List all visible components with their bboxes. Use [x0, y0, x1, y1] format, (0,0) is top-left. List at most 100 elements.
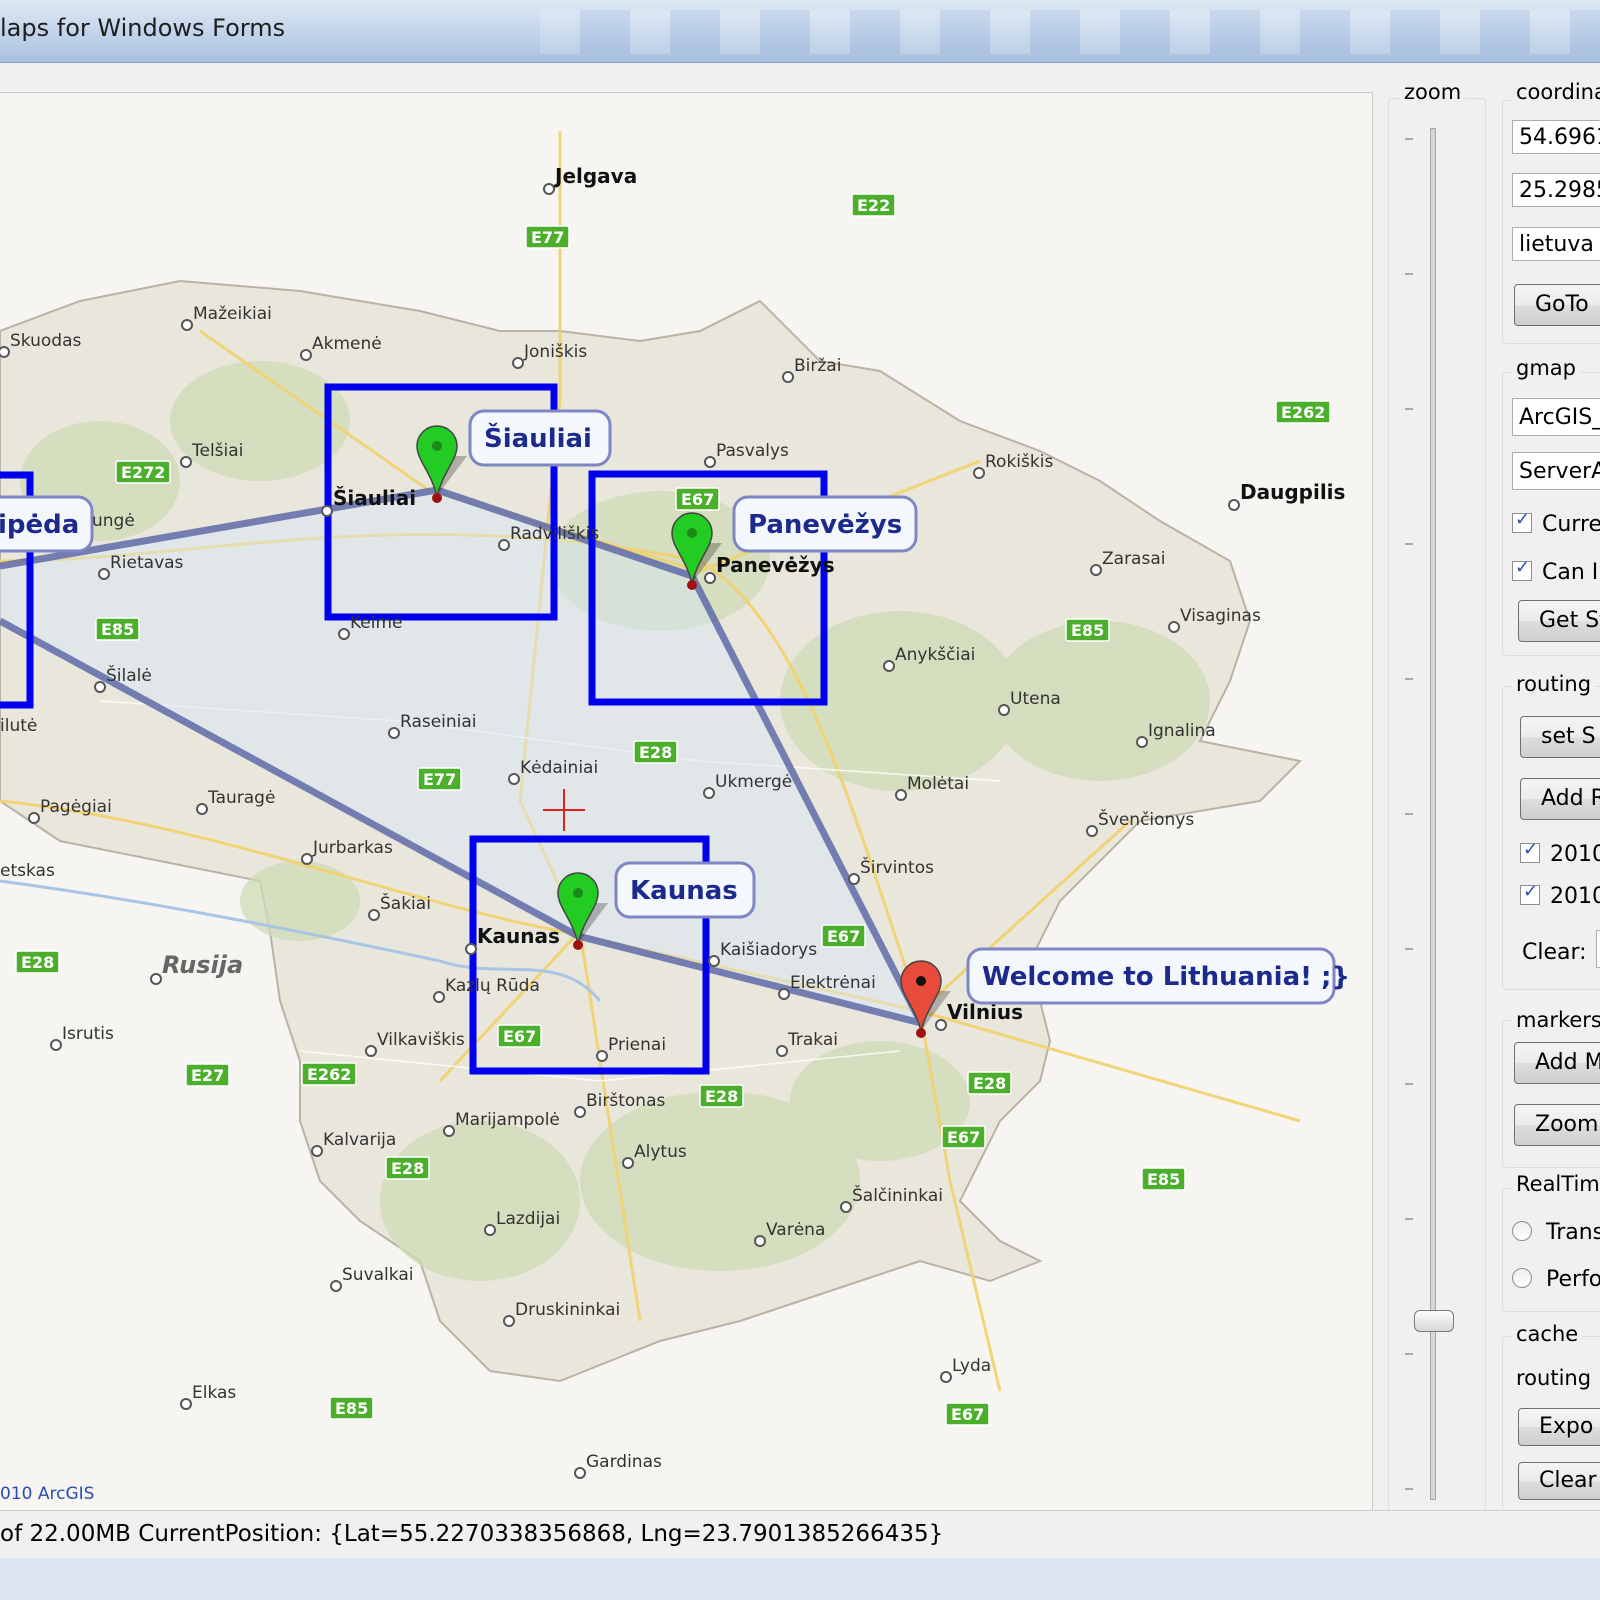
city-dot	[940, 1371, 952, 1383]
goto-button[interactable]: GoTo	[1514, 284, 1600, 326]
current-marker-checkbox[interactable]: Curre	[1512, 509, 1600, 537]
routing-clear-select[interactable]	[1596, 930, 1600, 968]
road-badge-label: E67	[827, 927, 860, 946]
city-label: Pasvalys	[716, 441, 789, 461]
longitude-input[interactable]: 25.2985	[1512, 173, 1600, 207]
city-label: ungė	[92, 511, 135, 531]
city-dot	[301, 853, 313, 865]
transport-radio[interactable]: Trans	[1512, 1220, 1600, 1245]
city-dot	[181, 319, 193, 331]
road-badge-label: E85	[1147, 1170, 1180, 1189]
city-label: Skuodas	[10, 331, 81, 351]
zoom-tick	[1405, 1083, 1413, 1085]
route-item-2-checkbox[interactable]: 2010	[1520, 881, 1600, 909]
zoom-slider-thumb[interactable]	[1414, 1309, 1454, 1332]
city-label: Varėna	[766, 1220, 825, 1240]
window-bottom-edge	[0, 1558, 1600, 1600]
zoom-center-button[interactable]: Zoom C	[1514, 1104, 1600, 1146]
city-dot	[503, 1315, 515, 1327]
city-dot	[935, 1019, 947, 1031]
checkbox-checked-icon	[1520, 839, 1540, 863]
radio-unchecked-icon	[1512, 1221, 1532, 1241]
city-dot	[622, 1157, 634, 1169]
route-item-1-checkbox[interactable]: 2010	[1520, 839, 1600, 867]
city-dot	[1168, 621, 1180, 633]
can-drag-checkbox[interactable]: Can I	[1512, 557, 1598, 585]
checkbox-checked-icon	[1520, 881, 1540, 905]
city-dot	[365, 1045, 377, 1057]
marker-tooltip-text: Šiauliai	[484, 422, 592, 454]
checkbox-checked-icon	[1512, 557, 1532, 581]
status-text: of 22.00MB CurrentPosition: {Lat=55.2270…	[0, 1521, 944, 1547]
city-label: Gardinas	[586, 1452, 662, 1472]
city-label: Rietavas	[110, 553, 184, 573]
zoom-tick	[1405, 813, 1413, 815]
road-badge-label: E262	[1281, 403, 1325, 422]
city-dot	[703, 787, 715, 799]
city-label: Isrutis	[62, 1024, 114, 1044]
city-label: Prienai	[608, 1035, 666, 1055]
export-button[interactable]: Expo	[1518, 1408, 1600, 1446]
city-label: Pagėgiai	[40, 797, 112, 817]
city-label: Tauragė	[207, 788, 275, 808]
city-label: Marijampolė	[455, 1110, 560, 1130]
city-label: Zarasai	[1102, 549, 1165, 569]
add-route-button[interactable]: Add R	[1520, 778, 1600, 820]
zoom-tick	[1405, 273, 1413, 275]
zoom-tick	[1405, 948, 1413, 950]
city-dot	[704, 572, 716, 584]
city-label: Jurbarkas	[312, 838, 393, 858]
city-label: Šalčininkai	[852, 1184, 943, 1206]
map-control[interactable]: Jelgava Mažeikiai Skuodas Akmenė Joniškis Bir…	[0, 92, 1373, 1514]
current-marker-label: Curre	[1542, 512, 1600, 537]
zoom-tick	[1405, 1218, 1413, 1220]
city-label: Širvintos	[860, 856, 934, 878]
road-badge-label: E77	[423, 770, 456, 789]
city-label: Kalvarija	[323, 1130, 396, 1150]
city-dot	[196, 803, 208, 815]
city-dot	[1086, 825, 1098, 837]
latitude-input[interactable]: 54.6961	[1512, 120, 1600, 154]
route-item-2-label: 2010	[1550, 884, 1600, 909]
marker-tooltip: Kaunas	[614, 861, 756, 919]
add-marker-button[interactable]: Add M	[1514, 1042, 1600, 1084]
performance-radio-label: Perfo	[1546, 1267, 1600, 1292]
clear-cache-button[interactable]: Clear	[1518, 1462, 1600, 1500]
road-badge-label: E85	[335, 1399, 368, 1418]
city-label: Molėtai	[907, 774, 969, 794]
city-dot	[973, 467, 985, 479]
city-label: Šilalė	[106, 664, 152, 686]
marker-tooltip-text: Welcome to Lithuania! ;}	[982, 962, 1350, 992]
city-dot	[998, 704, 1010, 716]
city-label: Radviliškis	[510, 524, 599, 544]
map-provider-select[interactable]: ArcGIS_	[1512, 398, 1600, 436]
zoom-track[interactable]	[1430, 128, 1436, 1500]
city-label: Ignalina	[1148, 721, 1216, 741]
city-dot	[94, 681, 106, 693]
status-bar: of 22.00MB CurrentPosition: {Lat=55.2270…	[0, 1510, 1600, 1559]
city-label: Rusija	[162, 951, 243, 979]
city-dot	[338, 628, 350, 640]
road-badge-label: E67	[681, 490, 714, 509]
city-label: Raseiniai	[400, 712, 477, 732]
performance-radio[interactable]: Perfo	[1512, 1267, 1600, 1292]
city-label: Jelgava	[553, 164, 637, 188]
city-label: Kaišiadorys	[720, 940, 817, 960]
road-badge-label: E67	[503, 1027, 536, 1046]
city-dot	[543, 183, 555, 195]
coordinates-label: coordina	[1512, 80, 1600, 104]
place-input[interactable]: lietuva v	[1512, 227, 1600, 261]
map-mode-select[interactable]: ServerAr	[1512, 452, 1600, 490]
city-label: Akmenė	[312, 334, 382, 354]
get-static-button[interactable]: Get St	[1518, 600, 1600, 642]
city-label: Utena	[1010, 689, 1061, 709]
marker-tooltip-text: ipėda	[0, 510, 79, 540]
road-badge-label: E272	[121, 463, 165, 482]
city-label: etskas	[0, 861, 55, 881]
map-canvas[interactable]: Jelgava Mažeikiai Skuodas Akmenė Joniškis Bir…	[0, 93, 1372, 1513]
city-label: Joniškis	[523, 342, 587, 362]
city-dot	[498, 539, 510, 551]
city-dot	[150, 973, 162, 985]
set-start-button[interactable]: set S	[1520, 716, 1600, 758]
road-badge-label: E77	[531, 228, 564, 247]
